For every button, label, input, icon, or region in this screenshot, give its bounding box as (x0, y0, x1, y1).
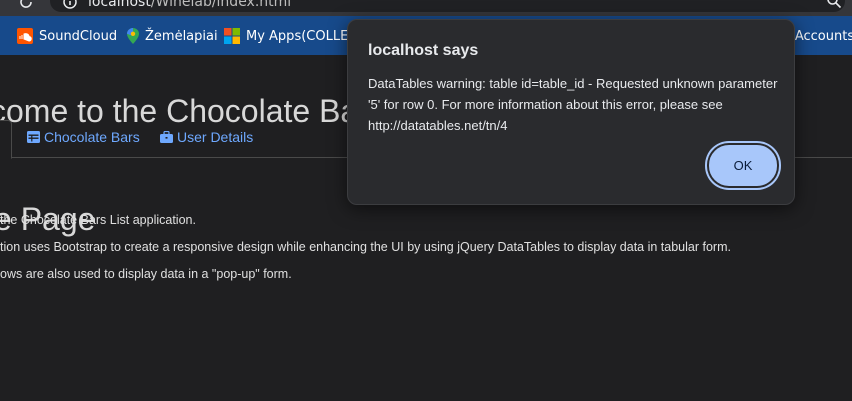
popup-paragraph: ows are also used to display data in a "… (0, 267, 292, 281)
alert-dialog: localhost says DataTables warning: table… (347, 19, 795, 205)
microsoft-icon (224, 28, 240, 44)
tab-label: Chocolate Bars (44, 129, 140, 145)
briefcase-icon (160, 131, 173, 143)
dialog-title: localhost says (368, 42, 479, 59)
tab-chocolate-bars[interactable]: Chocolate Bars (27, 129, 140, 145)
soundcloud-icon (17, 28, 33, 44)
bookmark-soundcloud[interactable]: SoundCloud (17, 27, 117, 45)
reload-icon[interactable] (18, 0, 34, 10)
url-path: /Winelab/index.html (150, 0, 292, 10)
maps-pin-icon (127, 28, 139, 44)
tab-home[interactable] (0, 120, 12, 159)
bootstrap-paragraph: tion uses Bootstrap to create a responsi… (0, 240, 731, 254)
intro-paragraph: the Chocolate Bars List application. (0, 213, 196, 227)
dialog-message: DataTables warning: table id=table_id - … (368, 76, 778, 133)
table-icon (27, 131, 40, 143)
tab-user-details[interactable]: User Details (160, 129, 253, 145)
bookmark-my-apps[interactable]: My Apps(COLLEGE (224, 27, 367, 45)
ok-button[interactable]: OK (709, 145, 777, 186)
bookmark-maps[interactable]: Žemėlapiai (127, 27, 218, 45)
url-host: localhost (88, 0, 151, 10)
tab-label: User Details (177, 129, 254, 145)
search-icon[interactable] (826, 0, 842, 9)
bookmark-label: SoundCloud (39, 28, 118, 44)
url-text[interactable]: localhost/Winelab/index.html (88, 0, 291, 10)
bookmark-label: Žemėlapiai (145, 28, 218, 44)
site-info-icon[interactable] (63, 0, 77, 9)
